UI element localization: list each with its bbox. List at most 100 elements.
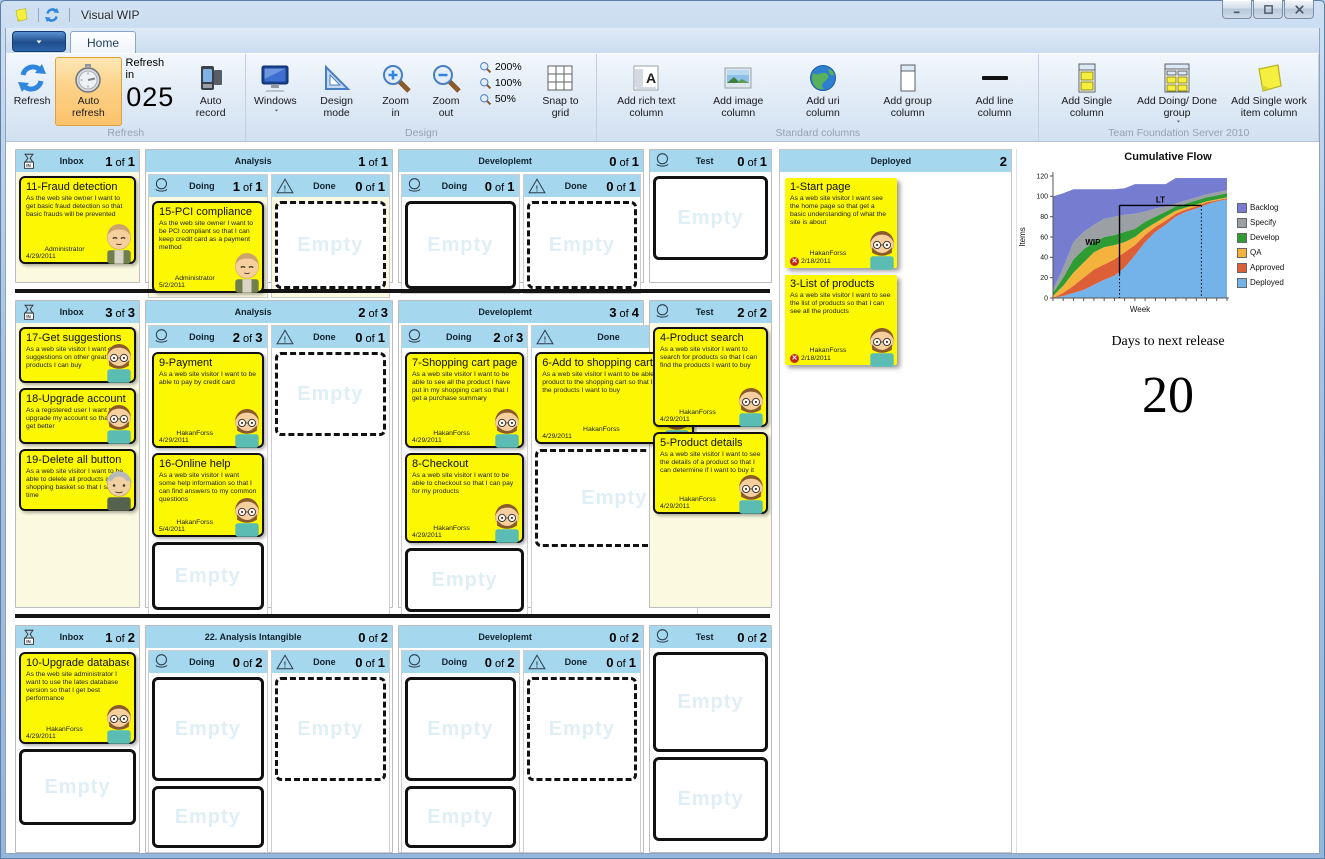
zoom-in-button[interactable]: Zoom in: [372, 57, 419, 126]
kanban-card[interactable]: 19-Delete all buttonAs a web site visito…: [19, 449, 136, 511]
column-wip-count: 0 of 1: [355, 655, 385, 670]
column-title: Done: [296, 657, 354, 667]
empty-slot: Empty: [19, 749, 136, 825]
card-title: 8-Checkout: [412, 458, 517, 470]
column-header: Doing2 of 3: [402, 326, 527, 348]
empty-watermark: Empty: [297, 383, 363, 406]
kanban-card[interactable]: 4-Product searchAs a web site visitor I …: [653, 327, 768, 427]
kanban-card[interactable]: 10-Upgrade databaseAs the web site admin…: [19, 652, 136, 744]
empty-slot: Empty: [405, 201, 516, 289]
column-header: Analysis2 of 3: [146, 301, 392, 323]
zoom-50-button[interactable]: 50%: [475, 91, 526, 107]
column-wip-count: 0 of 2: [485, 655, 515, 670]
group-column-icon: [891, 60, 925, 96]
auto-refresh-button[interactable]: Auto refresh: [55, 57, 121, 126]
add-single-column-button[interactable]: Add Single column: [1042, 57, 1131, 126]
maximize-button[interactable]: [1253, 0, 1283, 19]
card-list: EmptyEmpty: [650, 648, 771, 852]
zoom-100-button[interactable]: 100%: [475, 75, 526, 91]
add-doing-done-group-button[interactable]: Add Doing/ Done group: [1131, 57, 1223, 126]
kanban-card[interactable]: 16-Online helpAs a web site visitor I wa…: [152, 453, 264, 537]
sub-column-doing: Doing0 of 2EmptyEmpty: [401, 650, 520, 853]
card-list: 7-Shopping cart pageAs a web site visito…: [402, 348, 527, 616]
window-title: Visual WIP: [81, 8, 139, 22]
kanban-card[interactable]: 1-Start pageAs a web site visitor I want…: [785, 178, 897, 268]
column-title: Done: [548, 657, 605, 667]
empty-slot: Empty: [152, 786, 264, 848]
column-title: Inbox: [40, 632, 103, 642]
card-title: 3-List of products: [790, 278, 892, 290]
card-list: Empty: [272, 197, 390, 297]
card-list: Empty: [650, 172, 771, 282]
column-header: Developlemt0 of 1: [399, 150, 643, 172]
card-description: As a web site visitor I want some help i…: [159, 472, 257, 504]
card-description: As a web site visitor I want to be able …: [159, 371, 257, 387]
column-title: Done: [548, 181, 605, 191]
card-title: 7-Shopping cart page: [412, 357, 517, 369]
sub-column-done: !Done0 of 1Empty: [271, 325, 391, 615]
svg-text:!: !: [544, 336, 547, 345]
kanban-card[interactable]: 8-CheckoutAs a web site visitor I want t…: [405, 453, 524, 543]
card-date-text: 5/2/2011: [159, 282, 185, 289]
legend-label: Specify: [1250, 218, 1276, 227]
column-title: Doing: [173, 657, 231, 667]
add-rich-text-column-button[interactable]: A Add rich text column: [600, 57, 692, 126]
zoom-out-button[interactable]: Zoom out: [419, 57, 473, 126]
sub-column-doing: Doing2 of 39-PaymentAs a web site visito…: [148, 325, 268, 615]
card-author: Administrator: [159, 275, 257, 282]
add-image-column-button[interactable]: Add image column: [692, 57, 784, 126]
card-date-text: 4/29/2011: [26, 733, 56, 740]
svg-text:IN: IN: [26, 639, 31, 644]
doing-icon: [406, 328, 424, 346]
legend-swatch: [1237, 248, 1247, 258]
card-date-text: 4/29/2011: [660, 416, 690, 423]
column-title: Deployed: [784, 156, 998, 166]
button-label: Design mode: [306, 96, 367, 119]
auto-record-button[interactable]: Auto record: [179, 57, 242, 126]
kanban-card[interactable]: 18-Upgrade accountAs a registered user I…: [19, 388, 136, 444]
sub-column-doing: Doing0 of 1Empty: [401, 174, 520, 294]
column-title: 22. Analysis Intangible: [150, 632, 356, 642]
card-title: 10-Upgrade database: [26, 657, 129, 669]
minimize-button[interactable]: [1222, 0, 1252, 19]
windows-button[interactable]: Windows: [249, 57, 301, 126]
card-date: 5/4/2011: [159, 526, 257, 533]
card-date-text: 2/18/2011: [801, 258, 831, 265]
design-mode-button[interactable]: Design mode: [301, 57, 372, 126]
column-title: Done: [296, 332, 354, 342]
app-icon: [13, 7, 29, 23]
column-title: Analysis: [150, 307, 356, 317]
button-label: 100%: [495, 77, 522, 89]
quick-refresh-icon[interactable]: [44, 7, 60, 23]
add-single-work-item-column-button[interactable]: Add Single work item column: [1223, 57, 1315, 126]
card-title: 18-Upgrade account: [26, 393, 129, 405]
card-author: HakanForss: [660, 409, 761, 416]
column-header: !Done0 of 1: [524, 175, 641, 197]
add-line-column-button[interactable]: Add line column: [954, 57, 1036, 126]
column-header: INInbox1 of 2: [16, 626, 139, 648]
card-title: 15-PCI compliance: [159, 206, 257, 218]
kanban-card[interactable]: 9-PaymentAs a web site visitor I want to…: [152, 352, 264, 448]
kanban-card[interactable]: 3-List of productsAs a web site visitor …: [785, 275, 897, 365]
kanban-card[interactable]: 17-Get suggestionsAs a web site visitor …: [19, 327, 136, 383]
legend-label: Approved: [1250, 263, 1284, 272]
card-description: As a web site visitor I want to see the …: [660, 451, 761, 475]
snap-to-grid-button[interactable]: Snap to grid: [528, 57, 594, 126]
kanban-card[interactable]: 15-PCI complianceAs the web site owner I…: [152, 201, 264, 293]
kanban-card[interactable]: 5-Product detailsAs a web site visitor I…: [653, 432, 768, 514]
application-menu-button[interactable]: [12, 31, 66, 52]
kanban-card[interactable]: 11-Fraud detectionAs the web site owner …: [19, 176, 136, 264]
tab-home[interactable]: Home: [70, 31, 136, 53]
zoom-200-button[interactable]: 200%: [475, 59, 526, 75]
card-date: ✕2/18/2011: [790, 354, 892, 363]
refresh-button[interactable]: Refresh: [9, 57, 55, 126]
add-group-column-button[interactable]: Add group column: [862, 57, 954, 126]
y-tick-label: 0: [1044, 295, 1048, 302]
column-header: Developlemt3 of 4: [399, 301, 643, 323]
card-date: 5/2/2011: [159, 282, 257, 289]
column-header: INInbox3 of 3: [16, 301, 139, 323]
close-button[interactable]: [1284, 0, 1314, 19]
refresh-countdown: Refresh in 025: [122, 57, 179, 126]
add-uri-column-button[interactable]: Add uri column: [784, 57, 861, 126]
kanban-card[interactable]: 7-Shopping cart pageAs a web site visito…: [405, 352, 524, 448]
